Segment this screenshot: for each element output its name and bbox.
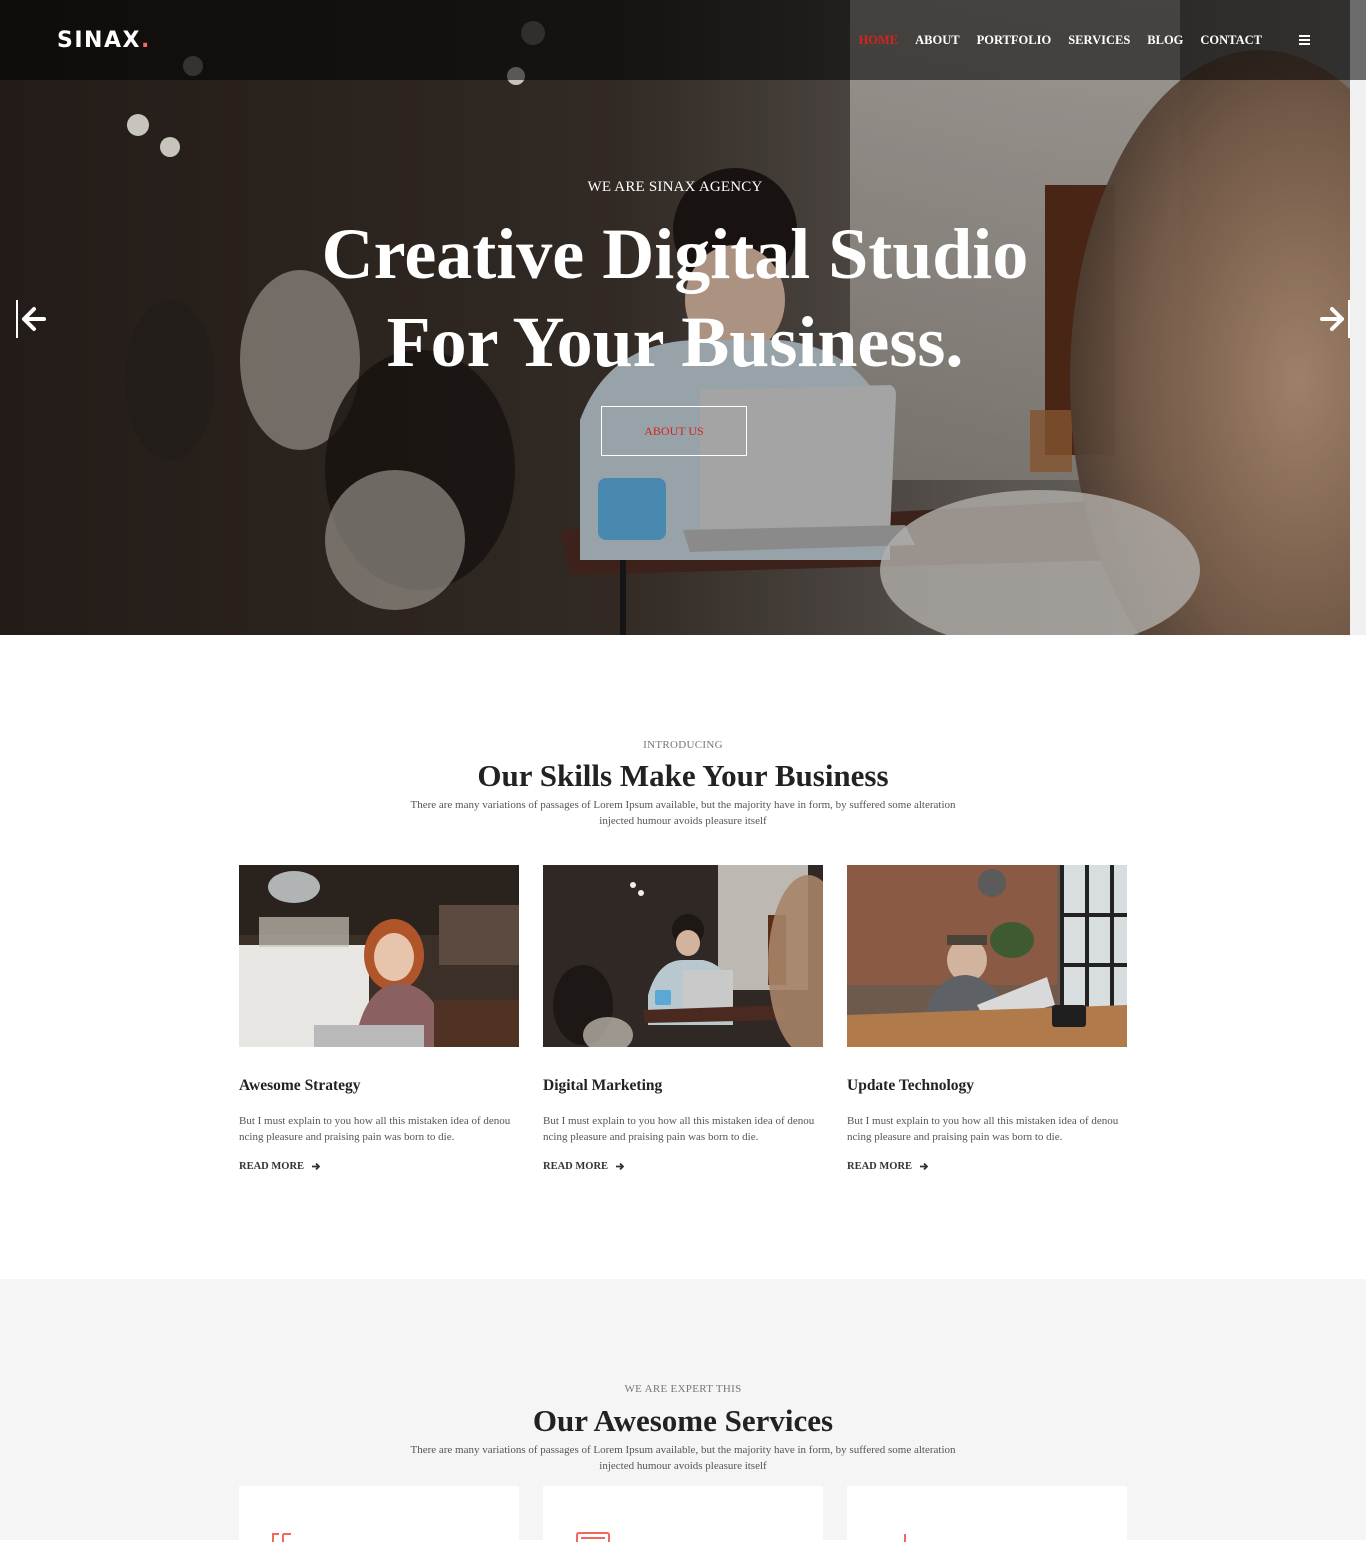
arrow-right-icon [312,1162,321,1171]
skills-description: There are many variations of passages of… [410,799,956,827]
page-edge [1350,0,1366,635]
services-kicker: WE ARE EXPERT THIS [624,1383,742,1395]
read-more-label: READ MORE [847,1161,913,1172]
service-card [239,1486,519,1542]
services-description: There are many variations of passages of… [410,1444,956,1472]
read-more-link[interactable]: READ MORE [239,1161,519,1172]
read-more-label: READ MORE [239,1161,305,1172]
skills-title: Our Skills Make Your Business [477,758,889,793]
skill-card-text: But I must explain to you how all this m… [543,1115,815,1143]
read-more-label: READ MORE [543,1161,609,1172]
skill-card: Awesome Strategy But I must explain to y… [239,865,519,1172]
service-card [847,1486,1127,1542]
hero-title-line1: Creative Digital Studio [321,214,1029,294]
read-more-link[interactable]: READ MORE [847,1161,1127,1172]
read-more-link[interactable]: READ MORE [543,1161,823,1172]
hamburger-icon[interactable] [1299,35,1310,45]
skill-card-image [847,865,1127,1047]
nav-services[interactable]: SERVICES [1068,33,1130,48]
skill-card: Digital Marketing But I must explain to … [543,865,823,1172]
nav-home[interactable]: HOME [859,33,899,48]
top-navbar: SINAX. HOME ABOUT PORTFOLIO SERVICES BLO… [0,0,1366,80]
skill-card-image [543,865,823,1047]
nav-about[interactable]: ABOUT [915,33,959,48]
nav-portfolio[interactable]: PORTFOLIO [977,33,1052,48]
about-us-button[interactable]: ABOUT US [601,406,747,456]
hero-title-line2: For Your Business. [386,302,964,382]
skill-card-title: Awesome Strategy [239,1077,361,1094]
hero-slider: SINAX. HOME ABOUT PORTFOLIO SERVICES BLO… [0,0,1366,635]
skills-kicker: INTRODUCING [643,739,723,751]
growth-icon [904,1534,906,1542]
nav-contact[interactable]: CONTACT [1200,33,1262,48]
service-card [543,1486,823,1542]
strategy-icon [272,1533,291,1542]
hero-kicker: WE ARE SINAX AGENCY [587,179,763,195]
nav-blog[interactable]: BLOG [1147,33,1183,48]
skill-card-text: But I must explain to you how all this m… [847,1115,1119,1143]
hero-title: Creative Digital Studio For Your Busines… [0,210,1350,386]
skill-card-title: Digital Marketing [543,1077,663,1094]
monitor-icon [576,1532,610,1542]
main-nav: HOME ABOUT PORTFOLIO SERVICES BLOG CONTA… [842,33,1262,48]
services-title: Our Awesome Services [532,1403,834,1438]
arrow-right-icon [920,1162,929,1171]
site-logo[interactable]: SINAX. [57,28,151,53]
arrow-right-icon [616,1162,625,1171]
skill-card-text: But I must explain to you how all this m… [239,1115,511,1143]
skill-card-title: Update Technology [847,1077,975,1094]
skill-card: Update Technology But I must explain to … [847,865,1127,1172]
skill-card-image [239,865,519,1047]
